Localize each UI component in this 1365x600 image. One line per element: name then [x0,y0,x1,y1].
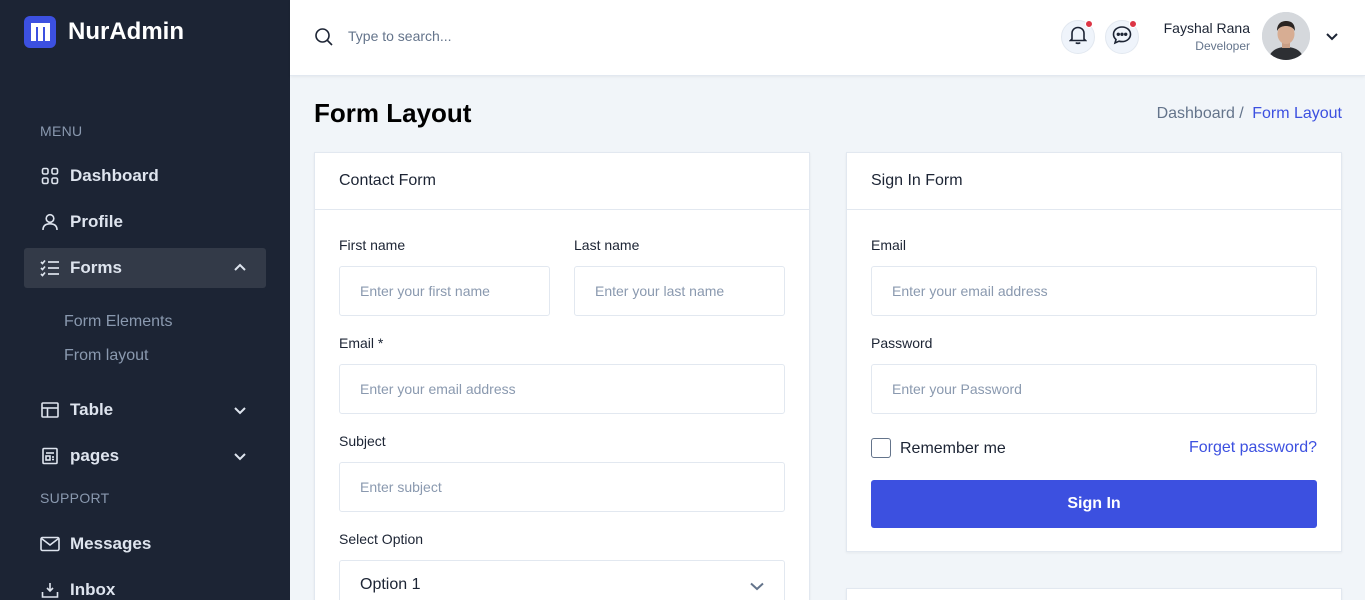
sign-in-button[interactable]: Sign In [871,480,1317,528]
breadcrumb-link-dashboard[interactable]: Dashboard / [1157,105,1244,122]
select-value: Option 1 [360,576,421,593]
email-label: Email [871,237,907,253]
sidebar-subitem-form-layout[interactable]: From layout [64,347,148,365]
next-card [846,588,1342,600]
page-icon [40,446,60,466]
card-header: Contact Form [315,153,809,210]
top-header: Fayshal Rana Developer [290,0,1365,76]
forgot-password-link[interactable]: Forget password? [1189,439,1317,457]
breadcrumb: Dashboard / Form Layout [1157,105,1342,123]
user-role: Developer [1195,39,1250,53]
user-icon [40,212,60,232]
sidebar-subitem-form-elements[interactable]: Form Elements [64,313,172,331]
sidebar-item-label: Profile [70,212,123,231]
user-name[interactable]: Fayshal Rana [1164,20,1250,36]
password-field[interactable] [871,364,1317,414]
page-title: Form Layout [314,98,472,128]
sidebar-item-label: Messages [70,534,152,553]
option-select[interactable]: Option 1 [339,560,785,600]
chevron-down-icon [232,448,248,464]
sidebar-item-label: Dashboard [70,166,159,185]
email-label: Email * [339,335,384,351]
card-title: Contact Form [339,172,436,189]
chevron-down-icon[interactable] [1324,28,1340,44]
subject-label: Subject [339,433,386,449]
notification-button[interactable] [1061,20,1095,54]
contact-form-card: Contact Form First name Last name Email … [314,152,810,600]
support-heading: SUPPORT [40,490,110,506]
last-name-label: Last name [574,237,640,253]
first-name-label: First name [339,237,406,253]
first-name-field[interactable] [339,266,550,316]
grid-icon [40,166,60,186]
sidebar-item-dashboard[interactable]: Dashboard [24,156,266,196]
mail-icon [40,534,60,554]
chat-icon [1112,25,1132,50]
select-label: Select Option [339,531,424,547]
sidebar: NurAdmin MENU Dashboard Profile Forms Fo… [0,0,290,600]
password-label: Password [871,335,933,351]
search-input[interactable] [348,24,648,48]
subject-field[interactable] [339,462,785,512]
card-title: Sign In Form [871,172,963,189]
breadcrumb-current: Form Layout [1252,105,1342,122]
sidebar-item-forms[interactable]: Forms [24,248,266,288]
list-check-icon [40,258,60,278]
notification-dot [1085,20,1093,28]
chevron-up-icon [232,260,248,276]
sidebar-item-pages[interactable]: pages [24,436,266,476]
brand-name: NurAdmin [68,18,184,45]
chevron-down-icon [232,402,248,418]
last-name-field[interactable] [574,266,785,316]
card-header: Sign In Form [847,153,1341,210]
sidebar-item-label: pages [70,446,120,465]
sidebar-item-label: Forms [70,258,122,277]
remember-label[interactable]: Remember me [900,440,1006,458]
brand[interactable]: NurAdmin [24,16,184,48]
sidebar-item-label: Inbox [70,580,116,599]
message-dot [1129,20,1137,28]
inbox-icon [40,580,60,600]
search-icon[interactable] [314,27,334,47]
avatar[interactable] [1262,12,1310,60]
signin-email-field[interactable] [871,266,1317,316]
bell-icon [1068,25,1088,50]
table-icon [40,400,60,420]
sidebar-item-label: Table [70,400,114,419]
signin-form-card: Sign In Form Email Password Remember me … [846,152,1342,552]
chevron-down-icon [748,577,766,595]
sidebar-item-inbox[interactable]: Inbox [24,570,266,600]
logo-icon [24,16,56,48]
messages-button[interactable] [1105,20,1139,54]
email-field[interactable] [339,364,785,414]
sidebar-item-table[interactable]: Table [24,390,266,430]
sidebar-item-messages[interactable]: Messages [24,524,266,564]
menu-heading: MENU [40,123,83,139]
sidebar-item-profile[interactable]: Profile [24,202,266,242]
remember-checkbox[interactable] [871,438,891,458]
